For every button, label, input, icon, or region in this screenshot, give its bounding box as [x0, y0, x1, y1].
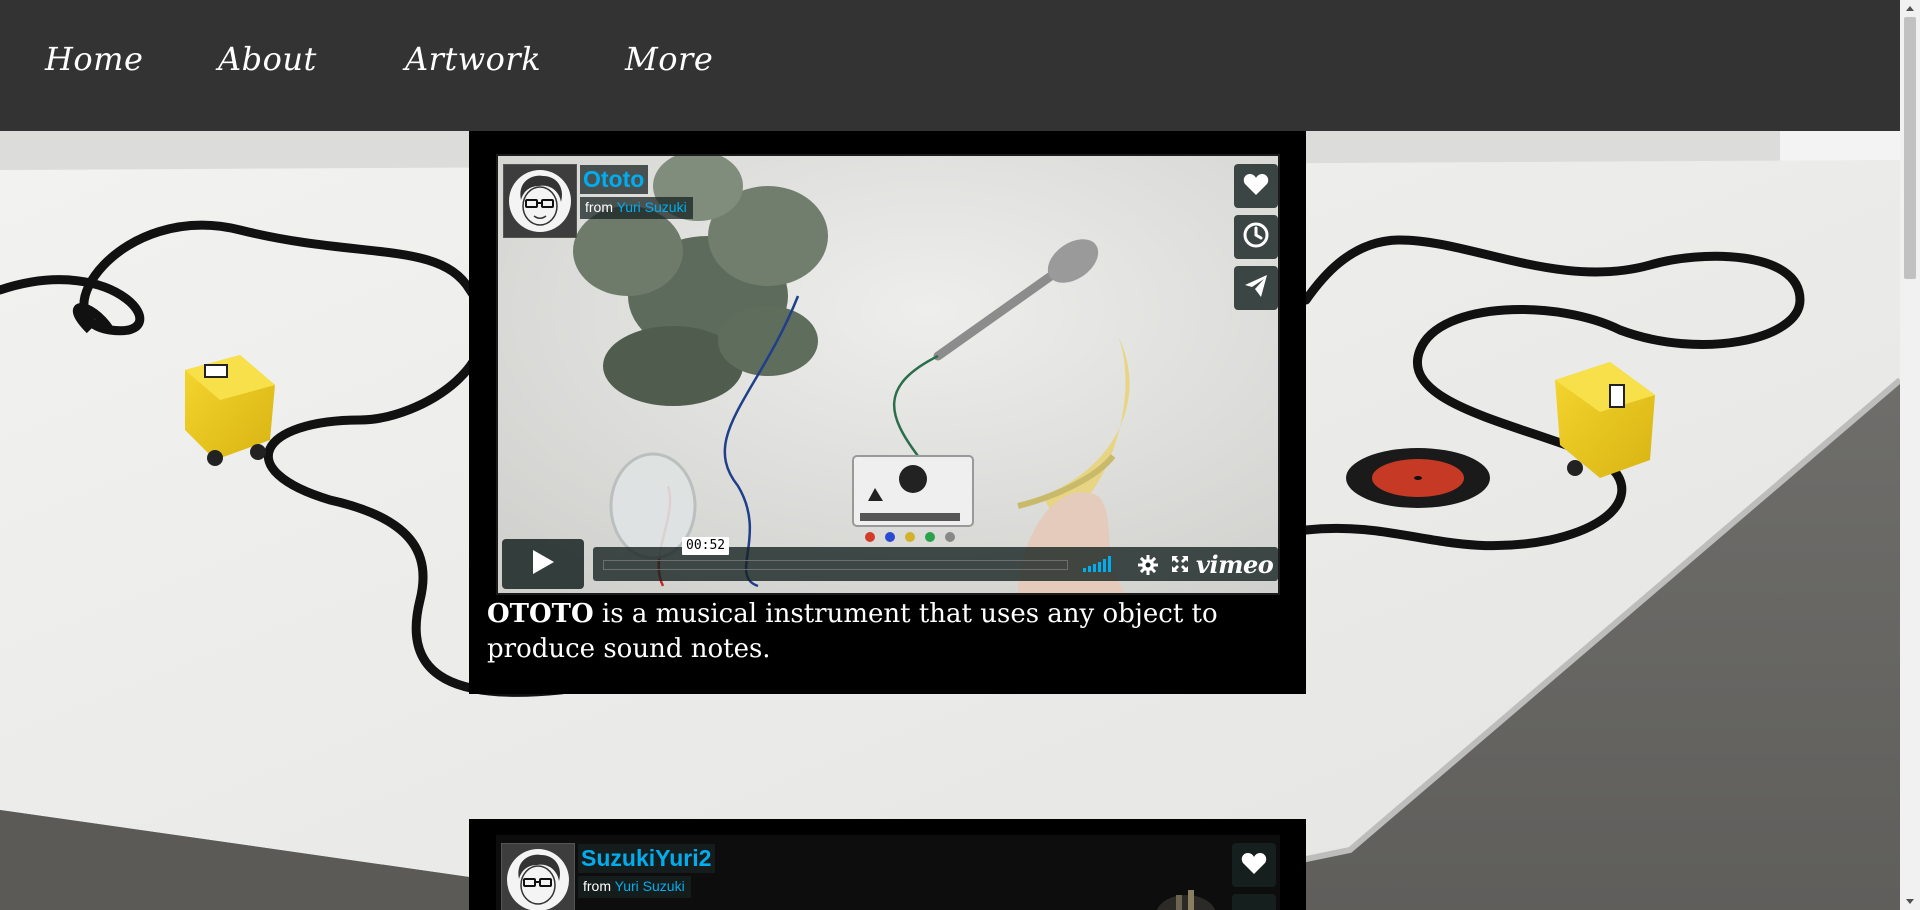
watch-later-button[interactable] — [1234, 215, 1278, 259]
video-thumbnail[interactable] — [498, 156, 1280, 595]
nav-home-link[interactable]: Home — [45, 40, 143, 78]
video-player[interactable]: Ototo from Yuri Suzuki 00:52 vimeo — [496, 154, 1280, 595]
scroll-thumb[interactable] — [1904, 17, 1916, 279]
watch-later-button-2[interactable] — [1232, 894, 1276, 910]
hover-time-tooltip: 00:52 — [682, 537, 730, 555]
video-player-2[interactable]: SuzukiYuri2 from Yuri Suzuki — [496, 835, 1280, 910]
nav-about-link[interactable]: About — [218, 40, 317, 78]
caption-bold: OTOTO — [487, 599, 594, 629]
nav-artwork-link[interactable]: Artwork — [405, 40, 541, 78]
heart-icon — [1243, 172, 1269, 200]
video-panel-2: SuzukiYuri2 from Yuri Suzuki — [469, 819, 1306, 910]
author-avatar[interactable] — [503, 164, 577, 238]
control-bar: 00:52 vimeo — [593, 537, 1278, 581]
like-button[interactable] — [1234, 164, 1278, 208]
volume-icon[interactable] — [1083, 556, 1115, 576]
author-link[interactable]: Yuri Suzuki — [617, 199, 687, 215]
like-button-2[interactable] — [1232, 843, 1276, 887]
heart-icon — [1241, 851, 1267, 879]
play-button[interactable] — [502, 539, 584, 589]
fullscreen-icon[interactable] — [1172, 556, 1188, 576]
clock-icon — [1242, 221, 1270, 253]
player-controls: 00:52 vimeo — [502, 537, 1278, 589]
video-panel: Ototo from Yuri Suzuki 00:52 vimeo OTOTO… — [469, 131, 1306, 694]
share-button[interactable] — [1234, 266, 1278, 310]
page-scrollbar[interactable] — [1900, 0, 1920, 910]
video-title-link[interactable]: Ototo — [580, 165, 649, 194]
caption-text: is a musical instrument that uses any ob… — [487, 599, 1218, 664]
play-icon — [530, 548, 556, 580]
video-caption: OTOTO is a musical instrument that uses … — [487, 597, 1277, 667]
author-avatar-2[interactable] — [501, 843, 575, 910]
video-byline: from Yuri Suzuki — [580, 197, 693, 219]
scroll-down-arrow[interactable] — [1900, 893, 1920, 910]
nav-more-link[interactable]: More — [625, 40, 713, 78]
top-navigation: Home About Artwork More — [0, 0, 1900, 131]
send-icon — [1243, 273, 1269, 303]
video-title-link-2[interactable]: SuzukiYuri2 — [578, 844, 716, 873]
gear-icon[interactable] — [1138, 555, 1158, 579]
vimeo-logo[interactable]: vimeo — [1196, 550, 1274, 579]
progress-bar[interactable] — [603, 560, 1068, 570]
byline-from-text-2: from — [583, 878, 611, 894]
author-link-2[interactable]: Yuri Suzuki — [615, 878, 685, 894]
scroll-up-arrow[interactable] — [1900, 0, 1920, 17]
video-byline-2: from Yuri Suzuki — [578, 876, 691, 898]
byline-from-text: from — [585, 199, 613, 215]
